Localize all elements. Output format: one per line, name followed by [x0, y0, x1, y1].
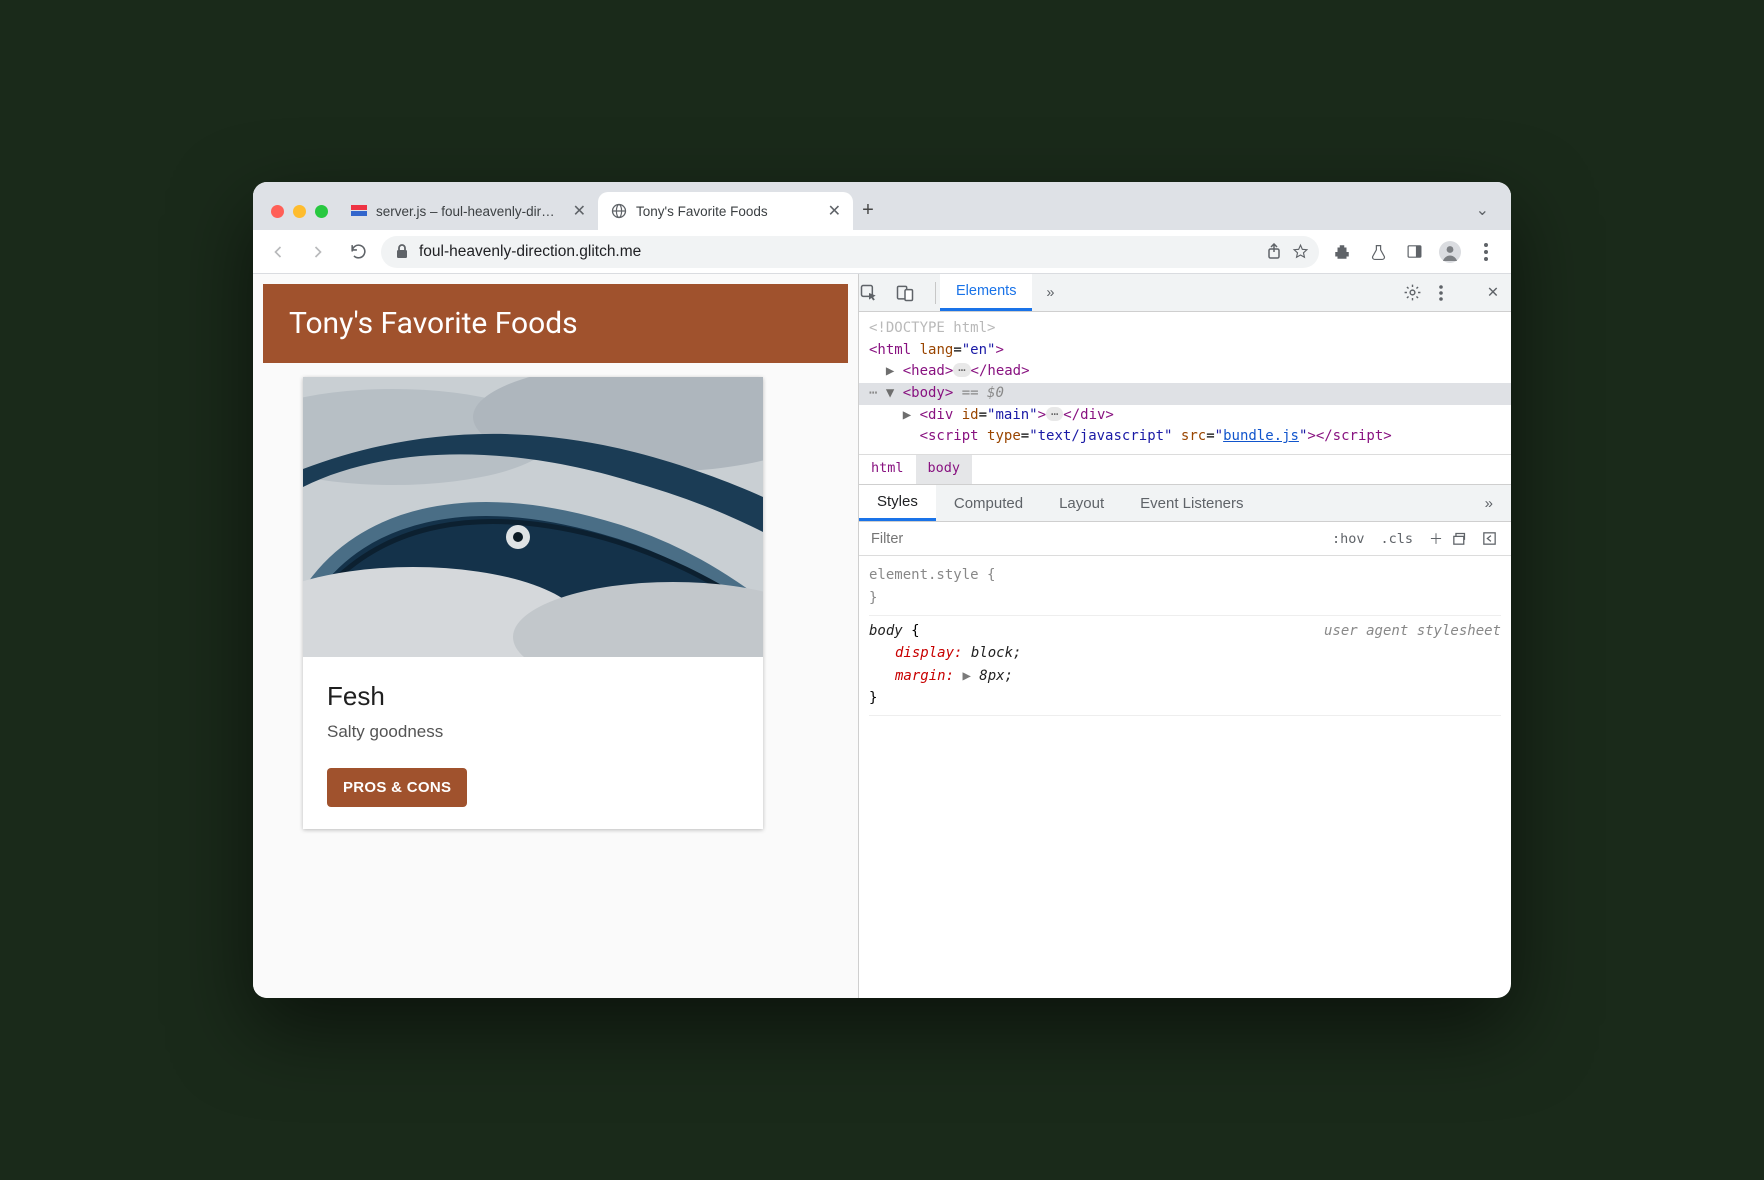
tab-title: Tony's Favorite Foods	[636, 204, 814, 219]
share-icon[interactable]	[1266, 243, 1282, 260]
kebab-menu-icon[interactable]	[1469, 235, 1503, 269]
devtools-tab-elements[interactable]: Elements	[940, 274, 1032, 311]
devtools-toolbar: Elements » ✕	[859, 274, 1511, 312]
content-area: Tony's Favorite Foods	[253, 274, 1511, 998]
bookmark-star-icon[interactable]	[1292, 243, 1309, 260]
settings-gear-icon[interactable]	[1403, 283, 1439, 302]
minimize-window-button[interactable]	[293, 205, 306, 218]
style-rules[interactable]: element.style { } user agent stylesheet …	[859, 556, 1511, 728]
paint-flash-icon[interactable]	[1451, 530, 1481, 547]
profile-avatar-icon[interactable]	[1433, 235, 1467, 269]
subtab-computed[interactable]: Computed	[936, 485, 1041, 521]
address-bar[interactable]: foul-heavenly-direction.glitch.me	[381, 236, 1319, 268]
inspect-element-icon[interactable]	[859, 283, 895, 303]
toolbar: foul-heavenly-direction.glitch.me	[253, 230, 1511, 274]
styles-filter-bar: :hov .cls ＋	[859, 522, 1511, 556]
subtab-styles[interactable]: Styles	[859, 485, 936, 521]
page-header: Tony's Favorite Foods	[263, 284, 848, 363]
rendered-page: Tony's Favorite Foods	[253, 274, 858, 998]
tab-server-js[interactable]: server.js – foul-heavenly-direct ✕	[338, 192, 598, 230]
bundle-js-link[interactable]: bundle.js	[1223, 428, 1299, 444]
side-panel-icon[interactable]	[1397, 235, 1431, 269]
card-subtitle: Salty goodness	[327, 722, 739, 742]
tab-tonys-foods[interactable]: Tony's Favorite Foods ✕	[598, 192, 853, 230]
more-tabs-icon[interactable]: »	[1032, 285, 1068, 301]
forward-button[interactable]	[301, 235, 335, 269]
subtab-layout[interactable]: Layout	[1041, 485, 1122, 521]
back-button[interactable]	[261, 235, 295, 269]
globe-favicon-icon	[610, 202, 628, 220]
labs-icon[interactable]	[1361, 235, 1395, 269]
new-tab-button[interactable]: +	[853, 199, 883, 230]
styles-subtabs: Styles Computed Layout Event Listeners »	[859, 484, 1511, 522]
close-window-button[interactable]	[271, 205, 284, 218]
more-subtabs-icon[interactable]: »	[1467, 485, 1511, 521]
extensions-icon[interactable]	[1325, 235, 1359, 269]
close-tab-icon[interactable]: ✕	[567, 201, 586, 221]
card-image	[303, 377, 763, 657]
dom-doctype: <!DOCTYPE html>	[869, 320, 995, 336]
tab-title: server.js – foul-heavenly-direct	[376, 204, 559, 219]
browser-window: server.js – foul-heavenly-direct ✕ Tony'…	[253, 182, 1511, 998]
rule-element-style: element.style { }	[869, 560, 1501, 616]
lock-icon	[395, 244, 409, 259]
devtools-kebab-icon[interactable]	[1439, 285, 1475, 301]
dom-tree[interactable]: <!DOCTYPE html> <html lang="en"> ▶ <head…	[859, 312, 1511, 454]
subtab-event-listeners[interactable]: Event Listeners	[1122, 485, 1261, 521]
devtools-panel: Elements » ✕ <!DOCTYPE html> <html lang=…	[858, 274, 1511, 998]
tab-strip: server.js – foul-heavenly-direct ✕ Tony'…	[253, 182, 1511, 230]
rule-body: user agent stylesheet body { display: bl…	[869, 616, 1501, 717]
close-tab-icon[interactable]: ✕	[822, 201, 841, 221]
devtools-close-icon[interactable]: ✕	[1475, 285, 1511, 301]
maximize-window-button[interactable]	[315, 205, 328, 218]
dom-selected-body: ▼ <body> == $0	[859, 383, 1511, 405]
device-toolbar-icon[interactable]	[895, 283, 931, 303]
tab-list-chevron-icon[interactable]: ⌄	[1462, 200, 1503, 230]
styles-filter-input[interactable]	[859, 531, 1324, 547]
rule-source: user agent stylesheet	[1324, 620, 1501, 642]
url-text: foul-heavenly-direction.glitch.me	[419, 243, 1256, 261]
dom-breadcrumb: html body	[859, 454, 1511, 484]
crumb-body[interactable]: body	[916, 455, 973, 484]
reload-button[interactable]	[341, 235, 375, 269]
hov-toggle[interactable]: :hov	[1324, 531, 1373, 547]
pros-cons-button[interactable]: PROS & CONS	[327, 768, 467, 807]
computed-sidebar-icon[interactable]	[1481, 530, 1511, 547]
crumb-html[interactable]: html	[859, 455, 916, 484]
window-controls	[265, 205, 338, 230]
cls-toggle[interactable]: .cls	[1372, 531, 1421, 547]
new-style-rule-icon[interactable]: ＋	[1421, 529, 1451, 549]
glitch-favicon-icon	[350, 202, 368, 220]
card-title: Fesh	[327, 681, 739, 712]
food-card: Fesh Salty goodness PROS & CONS	[303, 377, 763, 829]
